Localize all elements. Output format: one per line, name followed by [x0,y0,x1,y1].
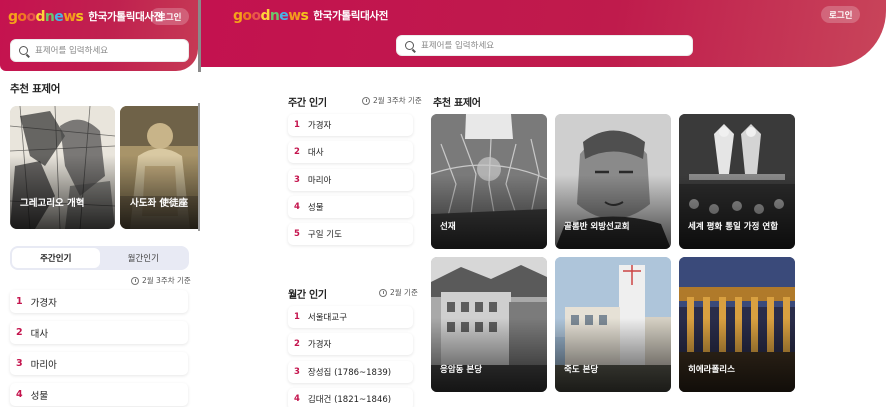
search-icon [405,41,414,50]
monthly-title: 월간 인기 [288,290,327,301]
rank-text: 가경자 [307,121,332,131]
rank-number: 4 [16,389,23,400]
card-overlay [120,155,200,229]
recommended-card[interactable]: 응암동 본당 [431,257,547,392]
search-field[interactable] [396,35,693,56]
site-title: 한국가톨릭대사전 [313,10,389,22]
card-label: 히에라폴리스 [688,365,735,375]
basis-text: 2월 기준 [390,288,418,297]
card-overlay [431,317,547,392]
rank-number: 2 [294,339,300,349]
rank-text: 가경자 [30,297,57,309]
left-card-gregorian-reform[interactable]: 그레고리오 개혁 [10,106,115,229]
rank-number: 2 [294,147,300,157]
recommended-card[interactable]: 세계 평화 통일 가정 연합 [679,114,795,249]
rank-number: 3 [16,358,23,369]
card-overlay [679,174,795,249]
rank-number: 3 [294,367,300,377]
rank-text: 가경자 [307,340,332,350]
rank-number: 2 [16,327,23,338]
clock-icon [362,96,370,105]
search-field[interactable] [10,39,189,62]
recommended-card-partial[interactable] [431,400,547,407]
clock-icon [131,276,139,285]
card-overlay [555,317,671,392]
rank-text: 구일 기도 [307,230,342,240]
rank-number: 3 [294,175,300,185]
list-item[interactable]: 2 대사 [288,141,413,163]
card-label: 죽도 본당 [564,365,599,375]
left-basis: 2월 3주차 기준 [131,275,191,286]
tab-weekly[interactable]: 주간인기 [12,248,100,268]
recommended-card[interactable]: 히에라폴리스 [679,257,795,392]
popular-tabs: 주간인기 월간인기 [10,246,189,270]
card-label: 세계 평화 통일 가정 연합 [688,222,779,232]
list-item[interactable]: 3 마리아 [288,169,413,191]
rank-number: 1 [294,312,300,322]
basis-text: 2월 3주차 기준 [373,96,422,105]
weekly-title: 주간 인기 [288,98,327,109]
recommended-card-partial[interactable] [555,400,671,407]
list-item[interactable]: 3 장성집 (1786~1839) [288,361,413,383]
monthly-basis: 2월 기준 [379,287,418,298]
list-item[interactable]: 1 가경자 [10,290,188,313]
goodnews-logo-icon: goodnews [233,7,309,24]
rank-number: 4 [294,394,300,404]
rank-text: 대사 [307,148,324,158]
rank-text: 마리아 [30,359,57,371]
clock-icon [379,288,387,297]
rank-number: 5 [294,229,300,239]
search-input[interactable] [421,40,684,51]
basis-text: 2월 3주차 기준 [142,276,191,285]
recommended-card[interactable]: 선재 [431,114,547,249]
list-item[interactable]: 2 대사 [10,321,188,344]
recommended-card[interactable]: 죽도 본당 [555,257,671,392]
left-card-apostolic-see[interactable]: 사도좌 使徒座 [120,106,200,229]
rank-text: 대사 [30,328,49,340]
list-item[interactable]: 1 가경자 [288,114,413,136]
card-scrollbar[interactable] [198,103,200,231]
list-item[interactable]: 4 김대건 (1821~1846) [288,388,413,407]
recommended-title: 추천 표제어 [433,98,481,109]
search-icon [19,46,28,55]
left-recommended-title: 추천 표제어 [10,83,61,95]
search-input[interactable] [35,45,180,56]
rank-text: 성물 [307,203,324,213]
weekly-basis: 2월 3주차 기준 [362,95,422,106]
list-item[interactable]: 4 성물 [10,383,188,406]
rank-text: 장성집 (1786~1839) [307,368,392,378]
rank-text: 김대건 (1821~1846) [307,395,392,405]
login-button[interactable]: 로그인 [821,6,861,23]
rank-number: 1 [16,296,23,307]
card-label: 선재 [440,222,456,232]
card-overlay [679,317,795,392]
rank-text: 마리아 [307,176,332,186]
card-label: 골롬반 외방선교회 [564,222,630,232]
main-header: goodnews 한국가톨릭대사전 로그인 [201,0,886,67]
list-item[interactable]: 3 마리아 [10,352,188,375]
card-label: 그레고리오 개혁 [20,198,85,209]
list-item[interactable]: 2 가경자 [288,333,413,355]
card-overlay [10,155,115,229]
left-header: goodnews 한국가톨릭대사전 로그인 [0,0,198,71]
card-overlay [555,174,671,249]
rank-number: 1 [294,120,300,130]
login-button[interactable]: 로그인 [150,8,190,25]
card-overlay [431,174,547,249]
goodnews-logo-icon: goodnews [8,8,84,25]
recommended-card-partial[interactable] [679,400,795,407]
recommended-card[interactable]: 골롬반 외방선교회 [555,114,671,249]
list-item[interactable]: 4 성물 [288,196,413,218]
rank-number: 4 [294,202,300,212]
list-item[interactable]: 1 서울대교구 [288,306,413,328]
rank-text: 서울대교구 [307,313,348,323]
card-label: 사도좌 使徒座 [130,198,189,209]
logo[interactable]: goodnews 한국가톨릭대사전 [8,9,163,24]
list-item[interactable]: 5 구일 기도 [288,223,413,245]
rank-text: 성물 [30,390,49,402]
card-label: 응암동 본당 [440,365,483,375]
tab-monthly[interactable]: 월간인기 [100,248,188,268]
logo[interactable]: goodnews 한국가톨릭대사전 [233,8,388,23]
